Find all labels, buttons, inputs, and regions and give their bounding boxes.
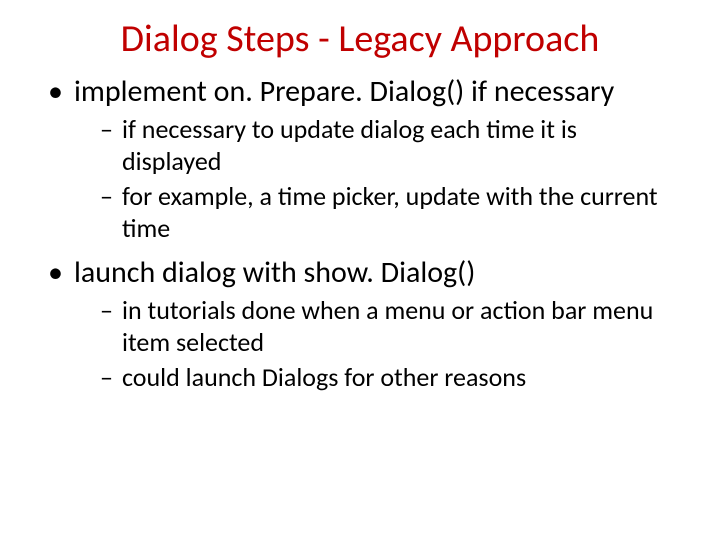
list-item: implement on. Prepare. Dialog() if neces…	[40, 74, 680, 245]
sub-bullet-text: for example, a time picker, update with …	[122, 180, 658, 244]
sub-list: if necessary to update dialog each time …	[74, 114, 680, 245]
bullet-text: launch dialog with show. Dialog()	[74, 254, 475, 291]
bullet-list: implement on. Prepare. Dialog() if neces…	[40, 74, 680, 394]
bullet-text: implement on. Prepare. Dialog() if neces…	[74, 73, 614, 110]
sub-list: in tutorials done when a menu or action …	[74, 295, 680, 394]
list-item: launch dialog with show. Dialog() in tut…	[40, 255, 680, 394]
list-item: could launch Dialogs for other reasons	[74, 362, 680, 394]
sub-bullet-text: could launch Dialogs for other reasons	[122, 361, 526, 393]
slide-title: Dialog Steps - Legacy Approach	[40, 16, 680, 62]
list-item: if necessary to update dialog each time …	[74, 114, 680, 177]
sub-bullet-text: if necessary to update dialog each time …	[122, 113, 577, 177]
list-item: in tutorials done when a menu or action …	[74, 295, 680, 358]
sub-bullet-text: in tutorials done when a menu or action …	[122, 294, 653, 358]
slide: Dialog Steps - Legacy Approach implement…	[0, 0, 720, 540]
list-item: for example, a time picker, update with …	[74, 181, 680, 244]
